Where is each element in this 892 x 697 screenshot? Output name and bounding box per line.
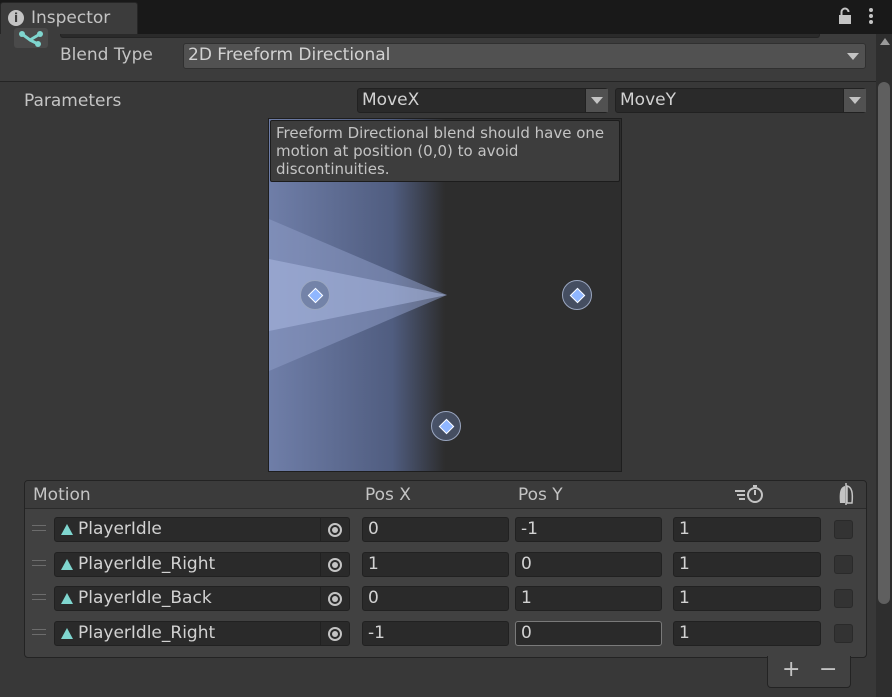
- mirror-icon: [839, 483, 854, 505]
- row-drag-handle[interactable]: [32, 594, 46, 600]
- blend-point[interactable]: [431, 411, 461, 441]
- parameters-label: Parameters: [24, 91, 122, 111]
- motion-name: PlayerIdle_Right: [78, 622, 216, 643]
- time-scale-value: 1: [679, 622, 690, 643]
- object-picker-dot: [332, 561, 338, 568]
- mirror-checkbox[interactable]: [834, 589, 853, 608]
- scroll-thumb[interactable]: [878, 82, 890, 604]
- remove-motion-button[interactable]: −: [819, 657, 837, 682]
- blend-type-dropdown[interactable]: 2D Freeform Directional: [183, 43, 866, 69]
- param-y-dropdown[interactable]: MoveY: [615, 88, 866, 113]
- motion-name: PlayerIdle: [78, 519, 162, 539]
- row-drag-handle[interactable]: [32, 525, 46, 531]
- blend-point-diamond: [569, 287, 586, 304]
- object-picker-button[interactable]: [320, 621, 349, 645]
- object-picker-dot: [332, 630, 338, 637]
- blend-point[interactable]: [300, 280, 330, 310]
- object-picker-dot: [332, 596, 338, 602]
- pos-y-value: 0: [521, 622, 532, 643]
- row-drag-handle[interactable]: [32, 628, 46, 635]
- pos-x-field[interactable]: -1: [362, 620, 509, 646]
- pos-y-field[interactable]: 0: [515, 620, 662, 646]
- add-motion-button[interactable]: +: [782, 657, 800, 682]
- animation-clip-icon: [61, 558, 73, 570]
- object-picker-button[interactable]: [320, 518, 349, 541]
- time-scale-value: 1: [679, 553, 690, 574]
- time-scale-field[interactable]: 1: [673, 620, 821, 646]
- time-scale-field[interactable]: 1: [673, 586, 821, 611]
- blend-point[interactable]: [562, 280, 592, 310]
- pos-x-value: 0: [368, 519, 379, 539]
- blend-tree-icon: [14, 28, 48, 48]
- chevron-down-icon: [591, 97, 603, 104]
- mirror-checkbox[interactable]: [834, 554, 853, 574]
- blend-tree-header: Blend Type 2D Freeform Directional: [0, 28, 876, 82]
- param-x-value: MoveX: [362, 90, 420, 110]
- pos-y-value: 0: [521, 553, 532, 574]
- mirror-checkbox[interactable]: [834, 623, 853, 643]
- pos-y-value: -1: [521, 519, 538, 539]
- pos-x-value: 0: [368, 588, 379, 608]
- time-scale-field[interactable]: 1: [673, 517, 821, 542]
- scroll-up-arrow[interactable]: [880, 38, 890, 45]
- param-x-dropdown[interactable]: MoveX: [357, 88, 608, 113]
- blend-point-diamond: [307, 287, 324, 304]
- pos-y-field[interactable]: -1: [515, 517, 662, 542]
- pos-x-field[interactable]: 1: [362, 551, 509, 577]
- animation-clip-icon: [61, 627, 73, 639]
- kebab-menu-icon[interactable]: [866, 6, 876, 26]
- chevron-down-icon: [849, 97, 861, 104]
- tab-title: Inspector: [31, 8, 111, 28]
- info-icon: i: [8, 10, 24, 26]
- header-motion: Motion: [33, 485, 91, 505]
- time-scale-icon: [735, 485, 763, 503]
- time-scale-field[interactable]: 1: [673, 551, 821, 577]
- blend-point-diamond: [438, 418, 455, 435]
- blend-type-value: 2D Freeform Directional: [188, 45, 391, 65]
- motion-field[interactable]: PlayerIdle_Right: [54, 620, 350, 646]
- animation-clip-icon: [61, 593, 73, 604]
- motion-name: PlayerIdle_Right: [78, 553, 216, 574]
- pos-x-value: 1: [368, 553, 379, 574]
- pos-x-field[interactable]: 0: [362, 517, 509, 542]
- object-picker-dot: [332, 527, 338, 533]
- pos-x-field[interactable]: 0: [362, 586, 509, 611]
- animation-clip-icon: [61, 524, 73, 535]
- name-field[interactable]: [60, 34, 820, 38]
- time-scale-value: 1: [679, 519, 690, 539]
- pos-x-value: -1: [368, 622, 385, 643]
- header-pos-x: Pos X: [365, 485, 411, 505]
- motion-field[interactable]: PlayerIdle_Back: [54, 586, 350, 611]
- table-footer: + −: [767, 656, 851, 688]
- lock-icon[interactable]: [837, 7, 853, 25]
- param-x-button[interactable]: [585, 89, 608, 112]
- motion-name: PlayerIdle_Back: [78, 588, 212, 608]
- mirror-checkbox[interactable]: [834, 520, 853, 539]
- blend-type-label: Blend Type: [60, 45, 153, 65]
- chevron-down-icon: [847, 53, 859, 60]
- motion-field[interactable]: PlayerIdle_Right: [54, 551, 350, 577]
- pos-y-field[interactable]: 0: [515, 551, 662, 577]
- motion-field[interactable]: PlayerIdle: [54, 517, 350, 542]
- warning-message: Freeform Directional blend should have o…: [270, 120, 620, 182]
- param-y-value: MoveY: [620, 90, 676, 110]
- time-scale-value: 1: [679, 588, 690, 608]
- header-pos-y: Pos Y: [518, 485, 563, 505]
- object-picker-button[interactable]: [320, 552, 349, 576]
- row-drag-handle[interactable]: [32, 559, 46, 566]
- object-picker-button[interactable]: [320, 587, 349, 610]
- pos-y-field[interactable]: 1: [515, 586, 662, 611]
- pos-y-value: 1: [521, 588, 532, 608]
- param-y-button[interactable]: [843, 89, 866, 112]
